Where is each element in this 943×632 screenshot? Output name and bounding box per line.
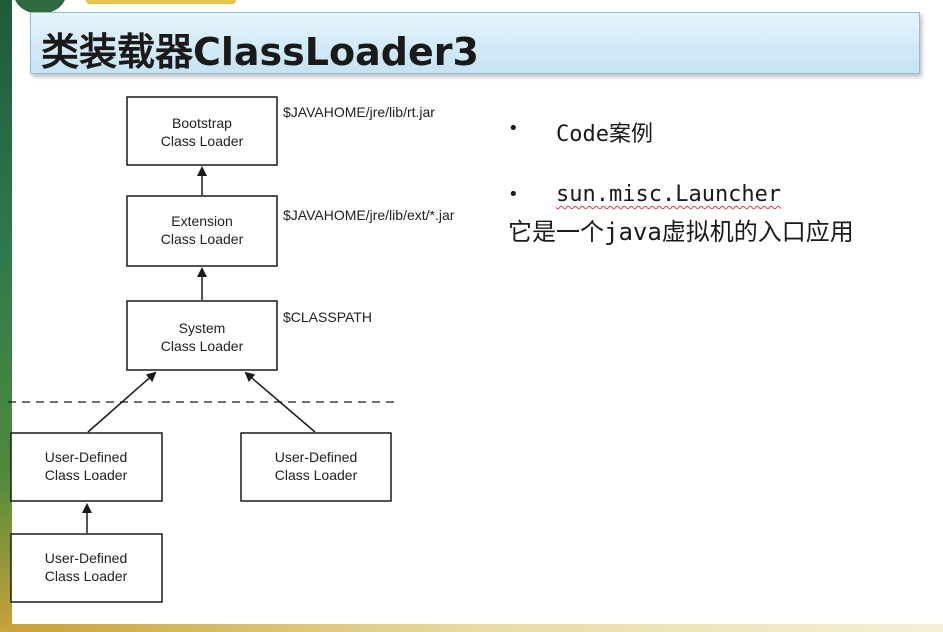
classloader-hierarchy-diagram: Bootstrap Class Loader Extension Class L… [8,96,455,603]
bootstrap-path-label: $JAVAHOME/jre/lib/rt.jar [283,104,435,120]
user-defined-loader-bottom-label-1: User-Defined [45,550,127,566]
system-loader-label-1: System [179,320,226,336]
system-path-label: $CLASSPATH [283,309,372,325]
bootstrap-loader-label-2: Class Loader [161,133,244,149]
bullet-2-description: 它是一个java虚拟机的入口应用 [508,218,854,246]
user-defined-loader-right-label-2: Class Loader [275,467,358,483]
bullet-1-text: Code案例 [556,122,653,147]
system-loader-label-2: Class Loader [161,338,244,354]
bootstrap-loader-box [126,96,278,166]
extension-path-label: $JAVAHOME/jre/lib/ext/*.jar [283,207,455,223]
extension-loader-label-1: Extension [171,213,232,229]
bullet-2-dot: • [508,184,519,205]
bootstrap-loader-label-1: Bootstrap [172,115,232,131]
user-defined-loader-bottom-label-2: Class Loader [45,568,128,584]
bullet-1-dot: • [508,118,519,139]
bullet-2-text: sun.misc.Launcher [556,182,782,207]
user-defined-loader-left-label-1: User-Defined [45,449,127,465]
extension-loader-label-2: Class Loader [161,231,244,247]
user-defined-loader-left-label-2: Class Loader [45,467,128,483]
user-defined-loader-right-label-1: User-Defined [275,449,357,465]
